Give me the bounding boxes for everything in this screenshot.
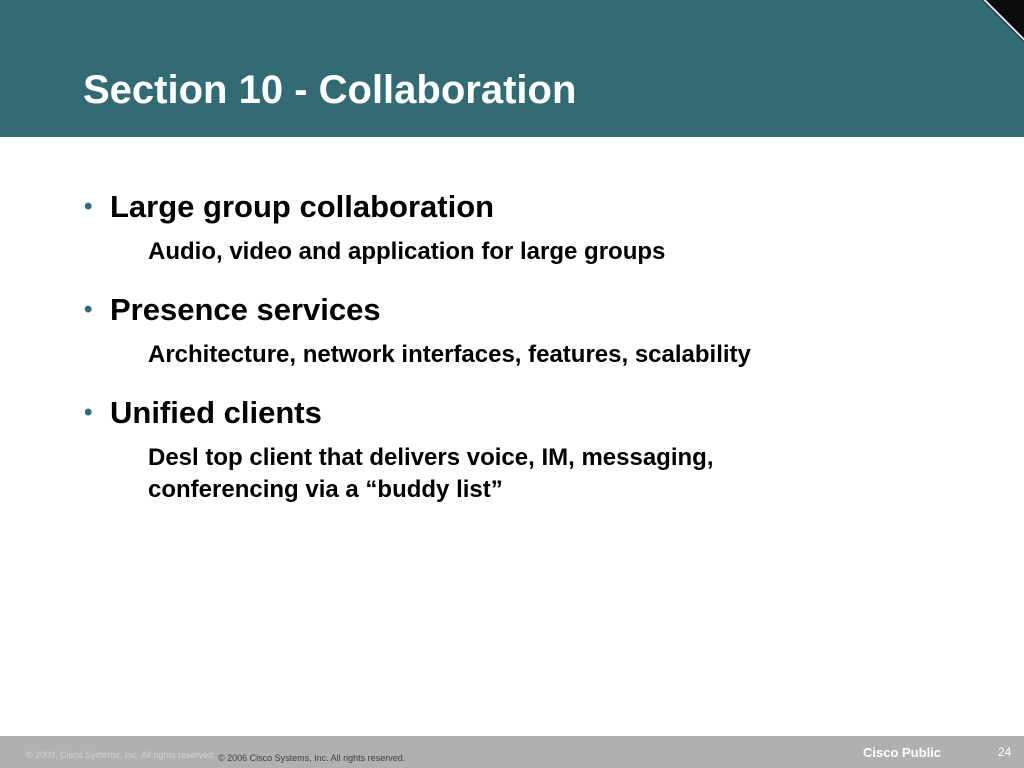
bullet-heading-text: Large group collaboration: [110, 189, 495, 224]
footer-ghost-copyright: © 2003, Cisco Systems, Inc. All rights r…: [26, 750, 216, 760]
bullet-detail: Architecture, network interfaces, featur…: [148, 341, 751, 368]
bullet-item-large-group: • Large group collaboration Audio, video…: [84, 187, 944, 268]
bullet-dot-icon: •: [84, 399, 93, 426]
corner-flag-edge: [964, 0, 1024, 60]
bullet-heading: • Large group collaboration: [84, 187, 944, 227]
bullet-dot-icon: •: [84, 296, 93, 323]
footer-copyright: © 2006 Cisco Systems, Inc. All rights re…: [218, 753, 406, 763]
footer-bar: © 2003, Cisco Systems, Inc. All rights r…: [0, 736, 1024, 768]
bullet-dot-icon: •: [84, 193, 93, 220]
bullet-item-unified-clients: • Unified clients Desl top client that d…: [84, 393, 944, 506]
slide-content: • Large group collaboration Audio, video…: [84, 187, 944, 506]
bullet-item-presence: • Presence services Architecture, networ…: [84, 290, 944, 371]
footer-classification: Cisco Public: [863, 745, 942, 760]
bullet-detail: Desl top client that delivers voice, IM,…: [148, 444, 714, 503]
title-bar: Section 10 - Collaboration: [0, 0, 1024, 137]
slide-title: Section 10 - Collaboration: [83, 68, 577, 112]
bullet-heading-text: Presence services: [110, 292, 381, 327]
bullet-heading: • Presence services: [84, 290, 944, 330]
bullet-heading: • Unified clients: [84, 393, 944, 433]
page-number: 24: [998, 745, 1012, 759]
bullet-heading-text: Unified clients: [110, 395, 322, 430]
bullet-detail: Audio, video and application for large g…: [148, 238, 666, 265]
